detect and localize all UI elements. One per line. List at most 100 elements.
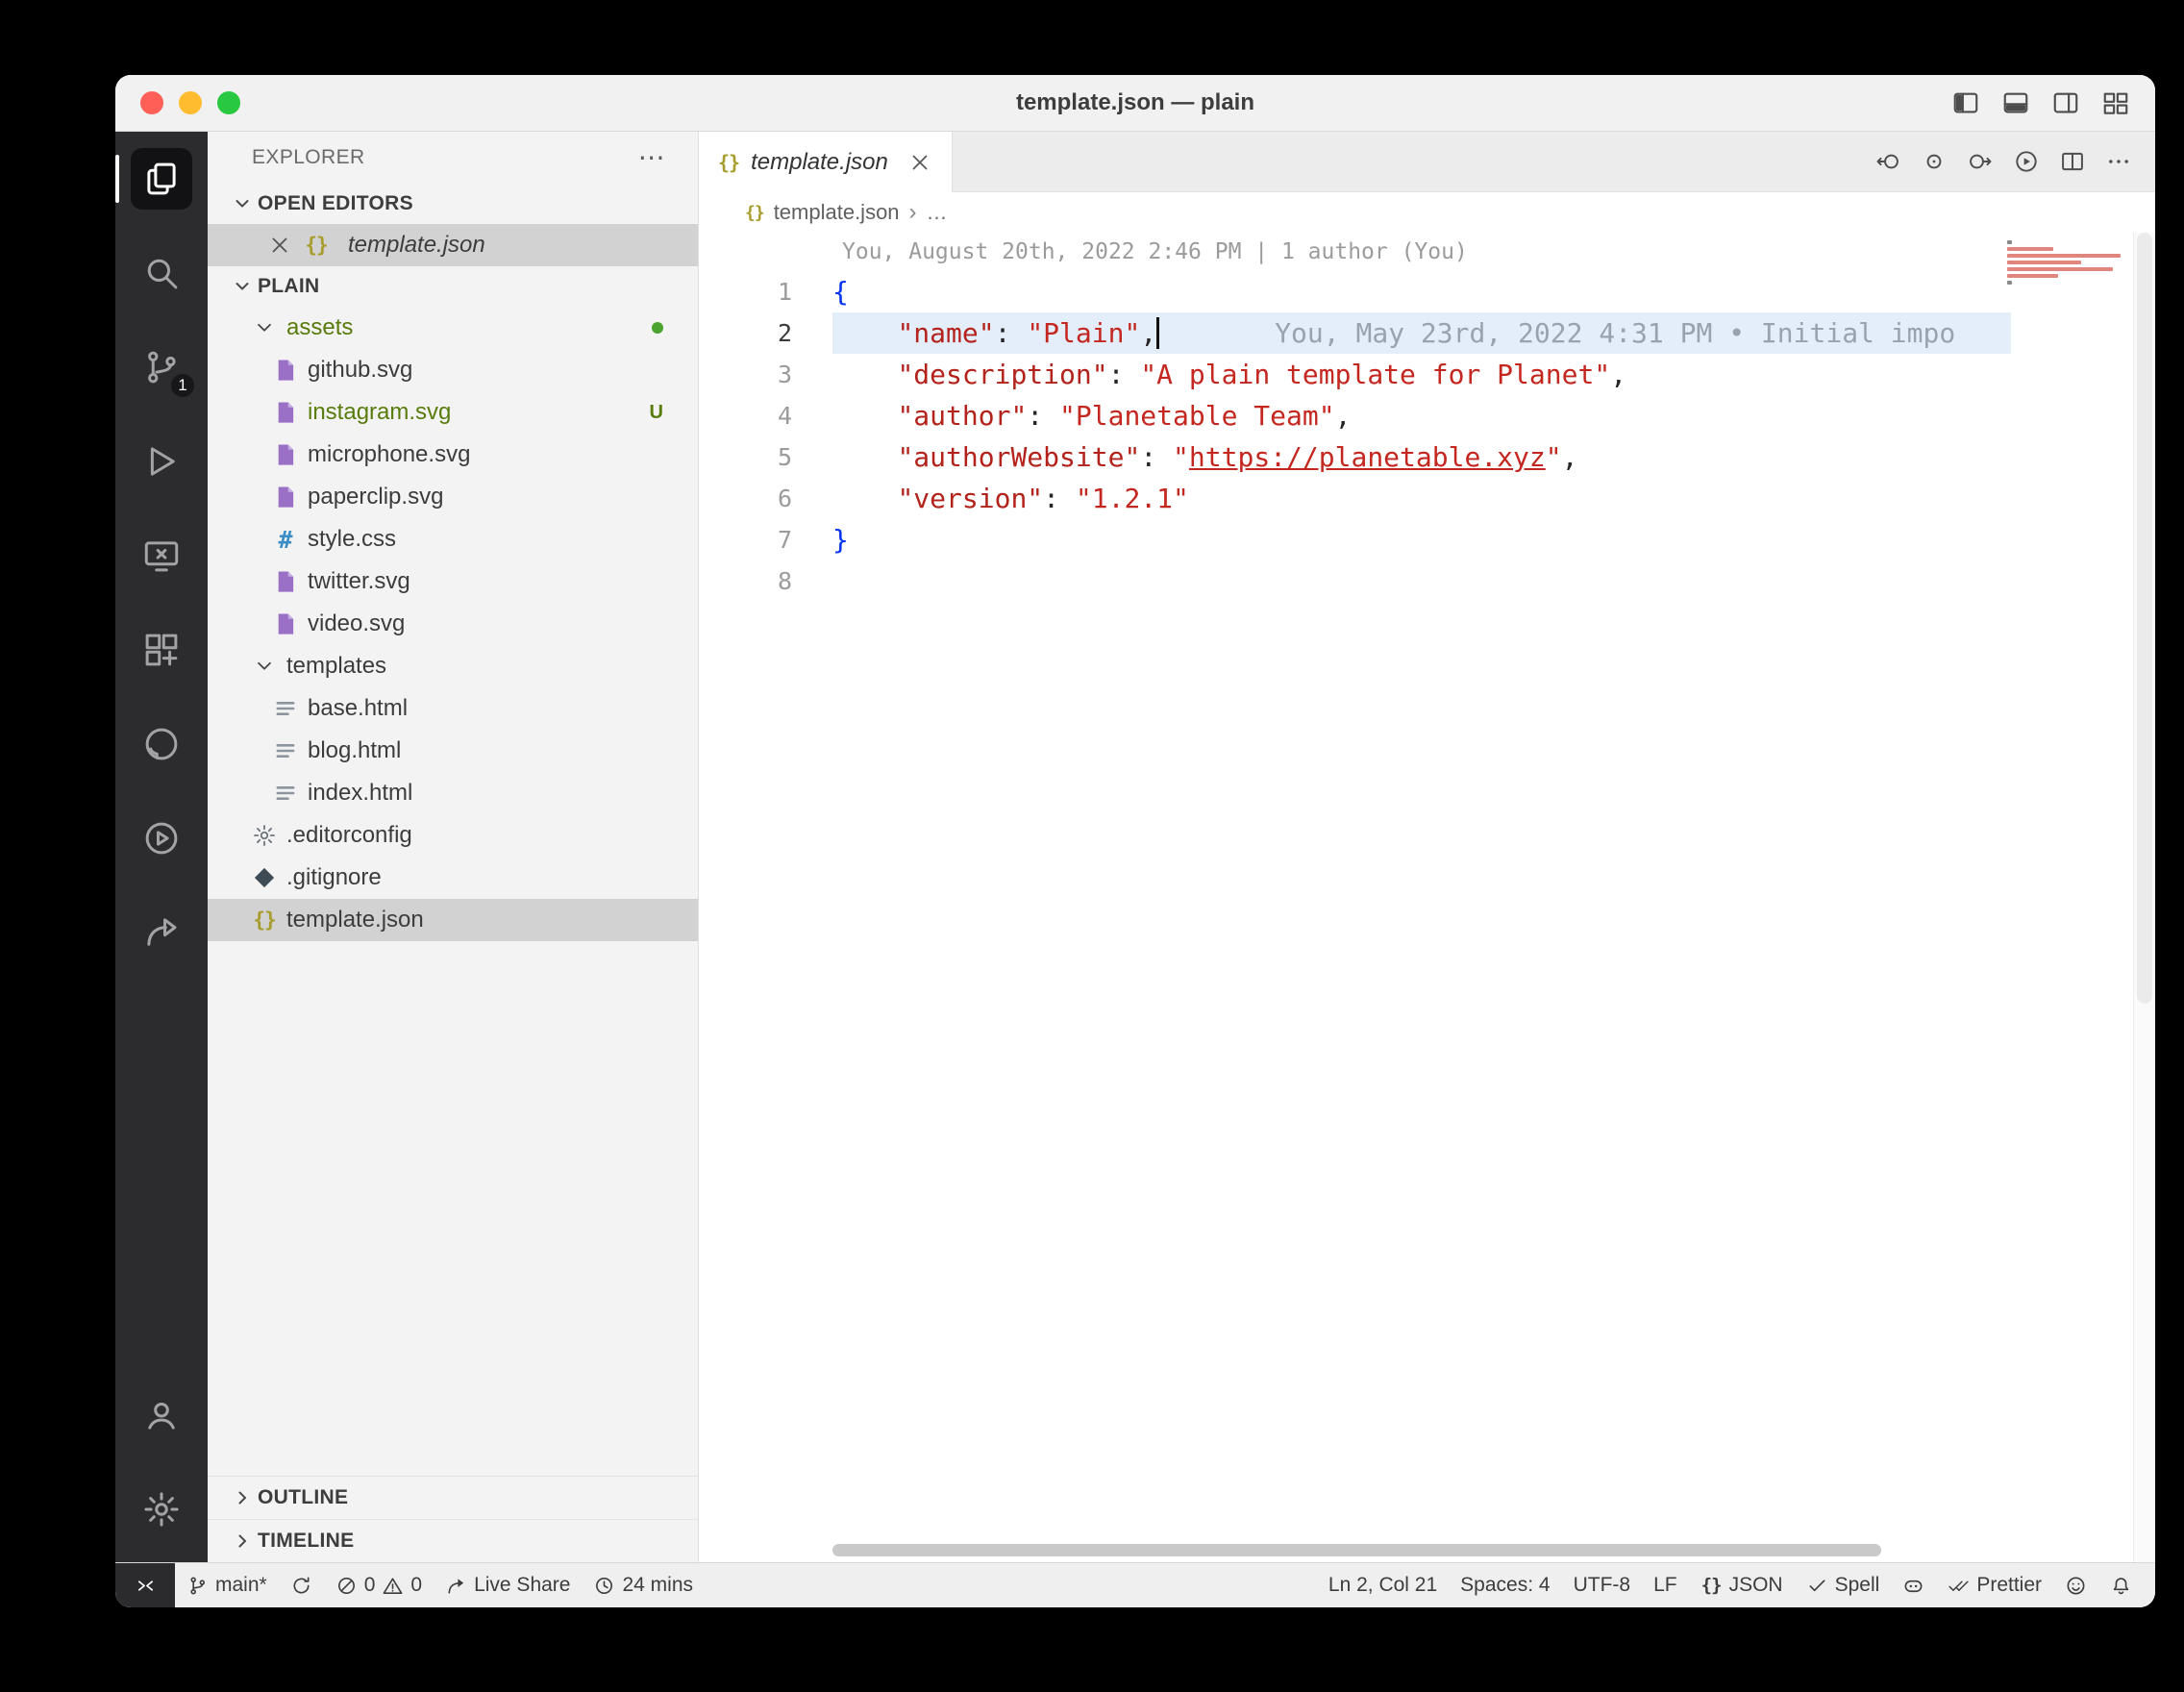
tree-item-label: microphone.svg (308, 441, 470, 468)
status-problems[interactable]: 00 (324, 1563, 434, 1607)
status-label: Spell (1835, 1574, 1880, 1597)
close-window-button[interactable] (140, 91, 163, 114)
tree-item-label: assets (286, 314, 353, 341)
vertical-scrollbar-thumb[interactable] (2137, 233, 2152, 1004)
toggle-primary-sidebar-button[interactable] (1951, 88, 1980, 117)
breadcrumb: {} template.json › … (699, 192, 2155, 233)
activity-gitlens[interactable] (115, 791, 208, 885)
toggle-panel-button[interactable] (2001, 88, 2030, 117)
warning-icon (382, 1575, 404, 1597)
customize-layout-button[interactable] (2101, 88, 2130, 117)
code-editor[interactable]: You, August 20th, 2022 2:46 PM | 1 autho… (699, 233, 2155, 1562)
sidebar-more-actions-button[interactable]: ⋯ (638, 144, 665, 171)
activity-bar: 1 (115, 132, 208, 1562)
tab-template-json[interactable]: {} template.json (699, 132, 953, 192)
zoom-window-button[interactable] (217, 91, 240, 114)
status-time-tracker[interactable]: 24 mins (582, 1563, 705, 1607)
tree-item-blog-html[interactable]: blog.html (208, 730, 698, 772)
tree-item-style-css[interactable]: #style.css (208, 518, 698, 560)
open-editors-section-header[interactable]: OPEN EDITORS (208, 184, 698, 224)
code-token: , (1140, 317, 1156, 349)
svg-file-icon (271, 356, 300, 385)
breadcrumb-more[interactable]: … (927, 200, 948, 225)
status-encoding[interactable]: UTF-8 (1562, 1563, 1643, 1607)
activity-search[interactable] (115, 226, 208, 320)
status-copilot[interactable] (1891, 1563, 1936, 1607)
status-prettier[interactable]: Prettier (1936, 1563, 2053, 1607)
code-token: : (1027, 400, 1059, 432)
timeline-section-header[interactable]: TIMELINE (208, 1519, 698, 1562)
more-actions-button[interactable] (2105, 148, 2132, 175)
tree-item-base-html[interactable]: base.html (208, 687, 698, 730)
open-editor-template-json[interactable]: {}template.json (208, 224, 698, 266)
code-token: "description" (897, 359, 1107, 390)
status-label: Spaces: 4 (1460, 1574, 1550, 1597)
activity-source-control[interactable]: 1 (115, 320, 208, 414)
status-feedback[interactable] (2053, 1563, 2098, 1607)
activity-settings[interactable] (115, 1462, 208, 1556)
toggle-secondary-sidebar-button[interactable] (2051, 88, 2080, 117)
horizontal-scrollbar[interactable] (832, 1544, 1881, 1556)
tree-item-templates[interactable]: templates (208, 645, 698, 687)
tree-item-index-html[interactable]: index.html (208, 772, 698, 814)
line-number: 4 (699, 395, 792, 436)
tree-item-editorconfig[interactable]: .editorconfig (208, 814, 698, 857)
editor-actions (1874, 132, 2155, 191)
tree-item-template-json[interactable]: {}template.json (208, 899, 698, 941)
status-notifications[interactable] (2098, 1563, 2144, 1607)
status-spell[interactable]: Spell (1795, 1563, 1892, 1607)
tree-item-assets[interactable]: assets (208, 307, 698, 349)
activity-github[interactable] (115, 697, 208, 791)
folder-section-header[interactable]: PLAIN (208, 266, 698, 307)
outline-section-header[interactable]: OUTLINE (208, 1476, 698, 1519)
code-line-5: 5 "authorWebsite": "https://planetable.x… (699, 436, 2155, 478)
remote-explorer-icon (131, 525, 192, 586)
tree-item-gitignore[interactable]: .gitignore (208, 857, 698, 899)
code-token: "version" (897, 483, 1043, 514)
activity-bar-bottom-items (115, 1368, 208, 1562)
tree-item-label: style.css (308, 526, 396, 553)
json-file-icon: {} (250, 906, 279, 934)
status-indentation[interactable]: Spaces: 4 (1449, 1563, 1561, 1607)
code-token: { (832, 276, 849, 308)
open-changes-button[interactable] (1874, 148, 1901, 175)
next-change-icon (1967, 148, 1994, 175)
tree-item-twitter-svg[interactable]: twitter.svg (208, 560, 698, 603)
copilot-icon (1902, 1575, 1924, 1597)
compare-button[interactable] (1921, 148, 1948, 175)
code-line-content: "authorWebsite": "https://planetable.xyz… (832, 436, 2011, 478)
toggle-primary-sidebar-icon (1951, 88, 1980, 117)
code-token: : (1043, 483, 1076, 514)
breadcrumb-file[interactable]: template.json (774, 200, 900, 225)
tree-item-video-svg[interactable]: video.svg (208, 603, 698, 645)
status-branch[interactable]: main* (175, 1563, 279, 1607)
tree-item-instagram-svg[interactable]: instagram.svgU (208, 391, 698, 434)
status-remote[interactable] (115, 1563, 175, 1607)
vertical-scrollbar[interactable] (2133, 233, 2155, 1562)
run-button[interactable] (2013, 148, 2040, 175)
status-language-mode[interactable]: {}JSON (1689, 1563, 1795, 1607)
activity-run-debug[interactable] (115, 414, 208, 509)
activity-remote-explorer[interactable] (115, 509, 208, 603)
minimize-window-button[interactable] (179, 91, 202, 114)
line-number: 7 (699, 519, 792, 560)
tree-item-paperclip-svg[interactable]: paperclip.svg (208, 476, 698, 518)
status-eol[interactable]: LF (1642, 1563, 1689, 1607)
close-tab-button[interactable] (907, 150, 932, 175)
next-change-button[interactable] (1967, 148, 1994, 175)
more-actions-icon (2105, 148, 2132, 175)
close-editor-icon[interactable] (267, 233, 292, 258)
minimap[interactable] (2007, 240, 2130, 294)
activity-accounts[interactable] (115, 1368, 208, 1462)
activity-explorer[interactable] (115, 132, 208, 226)
activity-extensions[interactable] (115, 603, 208, 697)
tree-item-microphone-svg[interactable]: microphone.svg (208, 434, 698, 476)
tree-item-github-svg[interactable]: github.svg (208, 349, 698, 391)
split-editor-button[interactable] (2059, 148, 2086, 175)
gitlens-authors-codelens[interactable]: You, August 20th, 2022 2:46 PM | 1 autho… (842, 239, 1468, 264)
status-sync[interactable] (279, 1563, 324, 1607)
activity-live-share[interactable] (115, 885, 208, 980)
line-number: 8 (699, 560, 792, 602)
status-live-share[interactable]: Live Share (434, 1563, 582, 1607)
status-cursor-position[interactable]: Ln 2, Col 21 (1317, 1563, 1449, 1607)
